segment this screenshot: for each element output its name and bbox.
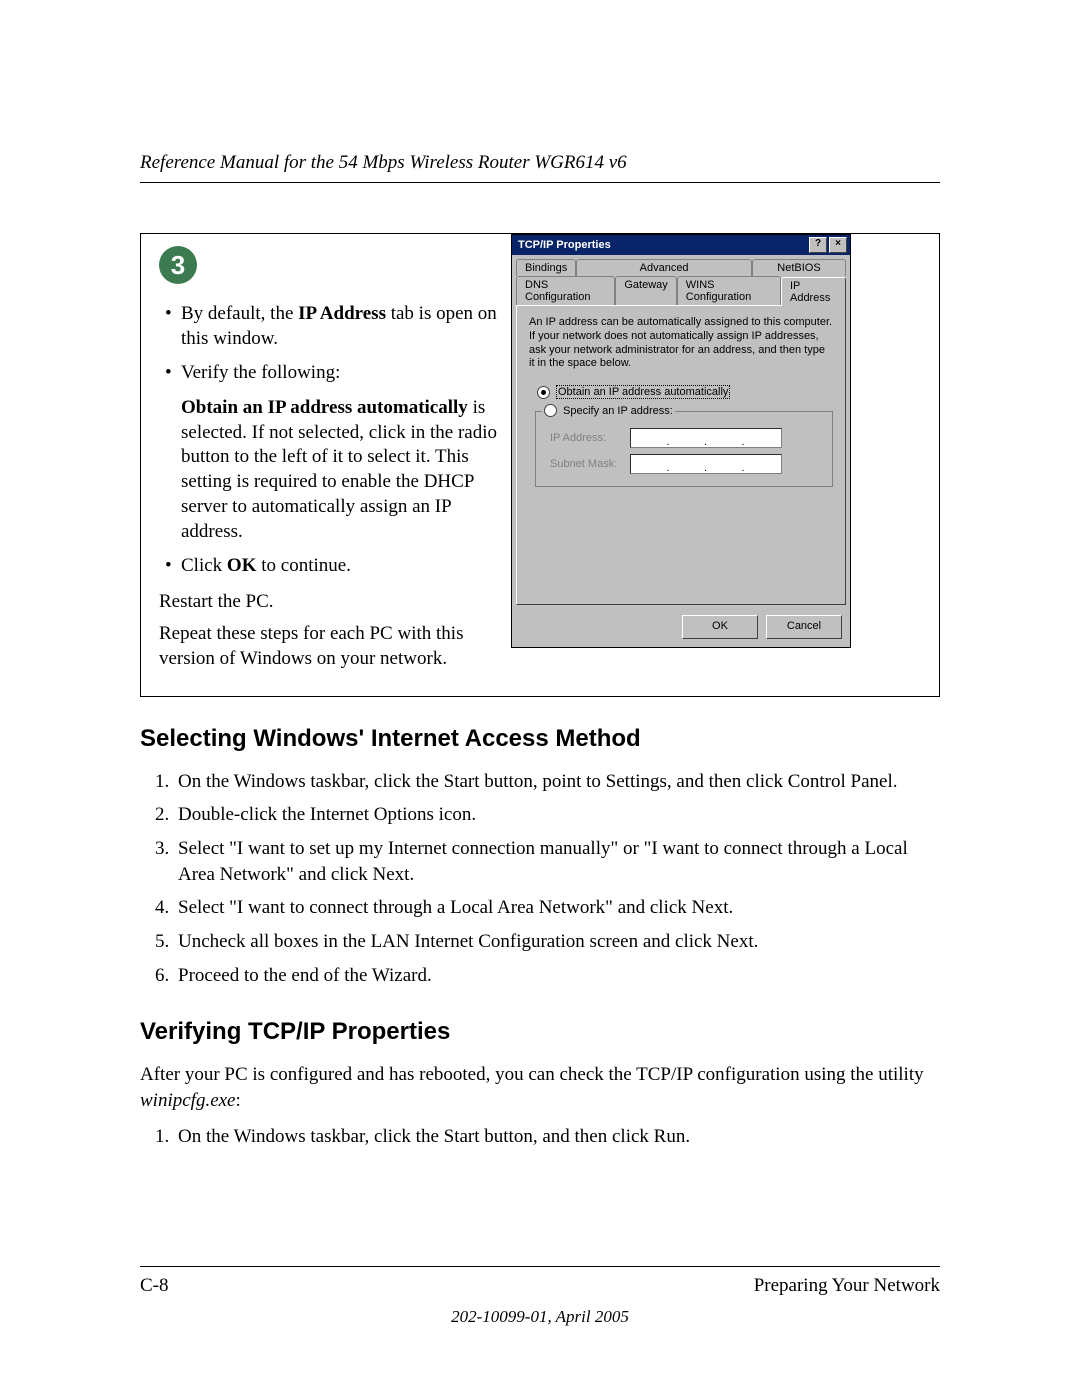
ok-button[interactable]: OK <box>682 615 758 639</box>
tab-row-1: Bindings Advanced NetBIOS <box>512 255 850 276</box>
tab-wins[interactable]: WINS Configuration <box>677 276 781 305</box>
tab-dns[interactable]: DNS Configuration <box>516 276 615 305</box>
text: is selected. If not selected, click in t… <box>181 397 497 541</box>
doc-version: 202-10099-01, April 2005 <box>0 1307 1080 1327</box>
ip-label: IP Address: <box>550 432 630 444</box>
bold-obtain-auto: Obtain an IP address automatically <box>181 397 468 418</box>
specify-group: Specify an IP address: IP Address: Subne… <box>535 411 833 487</box>
text: Click <box>181 555 227 576</box>
step-table: 3 By default, the IP Address tab is open… <box>140 233 940 697</box>
running-header: Reference Manual for the 54 Mbps Wireles… <box>140 152 940 183</box>
page-number: C-8 <box>140 1275 169 1297</box>
radio-icon <box>544 404 557 417</box>
list-item: Select "I want to set up my Internet con… <box>174 836 940 887</box>
bold-ok: OK <box>227 555 257 576</box>
repeat-steps: Repeat these steps for each PC with this… <box>159 621 499 672</box>
restart-pc: Restart the PC. <box>159 589 499 615</box>
radio-label: Specify an IP address: <box>563 405 673 417</box>
step-left-column: 3 By default, the IP Address tab is open… <box>141 234 511 696</box>
list-verifying: On the Windows taskbar, click the Start … <box>140 1124 940 1150</box>
list-item: Select "I want to connect through a Loca… <box>174 895 940 921</box>
radio-obtain-auto[interactable]: Obtain an IP address automatically <box>537 385 833 399</box>
verify-intro: After your PC is configured and has rebo… <box>140 1062 940 1113</box>
text: By default, the <box>181 303 298 324</box>
mask-input[interactable] <box>630 454 782 474</box>
step-number-badge: 3 <box>159 246 197 284</box>
page-footer: C-8 Preparing Your Network <box>140 1266 940 1297</box>
radio-specify[interactable]: Specify an IP address: <box>544 404 673 417</box>
radio-label: Obtain an IP address automatically <box>556 385 730 399</box>
text: After your PC is configured and has rebo… <box>140 1064 924 1085</box>
list-item: On the Windows taskbar, click the Start … <box>174 1124 940 1150</box>
sub-obtain-auto: Obtain an IP address automatically is se… <box>159 396 499 544</box>
list-selecting-windows: On the Windows taskbar, click the Start … <box>140 769 940 988</box>
close-icon[interactable]: × <box>829 237 847 253</box>
heading-verifying-tcpip: Verifying TCP/IP Properties <box>140 1018 940 1046</box>
tab-row-2: DNS Configuration Gateway WINS Configura… <box>512 276 850 305</box>
tab-ip-address[interactable]: IP Address <box>781 277 846 306</box>
subnet-mask-field: Subnet Mask: <box>550 454 822 474</box>
list-item: Double-click the Internet Options icon. <box>174 802 940 828</box>
dialog-description: An IP address can be automatically assig… <box>529 316 833 371</box>
bullet-ip-address-tab: By default, the IP Address tab is open o… <box>159 302 499 351</box>
dialog-panel: An IP address can be automatically assig… <box>516 305 846 605</box>
tab-netbios[interactable]: NetBIOS <box>752 259 846 276</box>
list-item: Uncheck all boxes in the LAN Internet Co… <box>174 929 940 955</box>
tab-bindings[interactable]: Bindings <box>516 259 576 276</box>
text: to continue. <box>256 555 350 576</box>
cancel-button[interactable]: Cancel <box>766 615 842 639</box>
ip-input[interactable] <box>630 428 782 448</box>
list-item: Proceed to the end of the Wizard. <box>174 963 940 989</box>
list-item: On the Windows taskbar, click the Start … <box>174 769 940 795</box>
ip-address-field: IP Address: <box>550 428 822 448</box>
text: : <box>236 1090 241 1111</box>
italic-winipcfg: winipcfg.exe <box>140 1090 236 1111</box>
tab-gateway[interactable]: Gateway <box>615 276 676 305</box>
mask-label: Subnet Mask: <box>550 458 630 470</box>
radio-icon <box>537 386 550 399</box>
bullet-verify: Verify the following: <box>159 361 499 386</box>
help-icon[interactable]: ? <box>809 237 827 253</box>
chapter-title: Preparing Your Network <box>754 1275 940 1297</box>
dialog-titlebar: TCP/IP Properties ? × <box>512 235 850 255</box>
bold-ip-address: IP Address <box>298 303 386 324</box>
bullet-click-ok: Click OK to continue. <box>159 554 499 579</box>
heading-selecting-windows: Selecting Windows' Internet Access Metho… <box>140 725 940 753</box>
dialog-title: TCP/IP Properties <box>518 239 611 251</box>
screenshot-dialog: TCP/IP Properties ? × Bindings Advanced … <box>511 234 851 696</box>
tab-advanced[interactable]: Advanced <box>576 259 752 276</box>
